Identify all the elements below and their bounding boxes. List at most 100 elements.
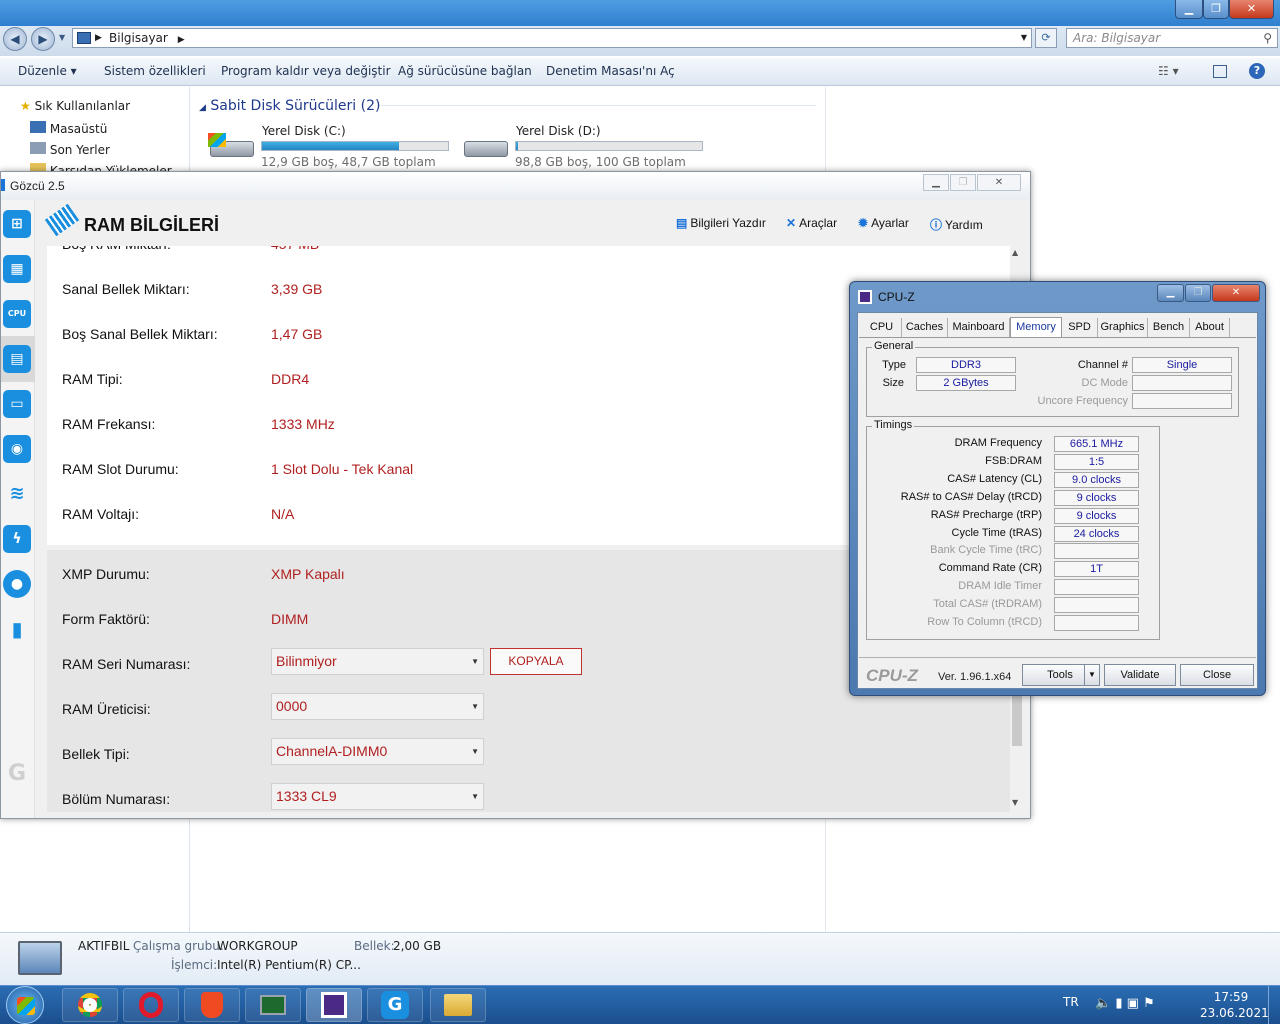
sidebar-windows-icon[interactable]: ⊞ <box>3 210 31 238</box>
gozcu-minimize-button[interactable]: ▁ <box>923 174 949 191</box>
ram-dropdown-label: RAM Seri Numarası: <box>62 656 191 672</box>
channel-value: Single <box>1132 357 1232 373</box>
ram-info-label: RAM Tipi: <box>62 371 123 387</box>
ram-dropdown-select[interactable]: Bilinmiyor ▼ <box>271 648 484 675</box>
preview-pane-icon[interactable] <box>1213 65 1227 78</box>
tools-button[interactable]: ✕ Araçlar <box>786 216 837 230</box>
ram-info-value: 1 Slot Dolu - Tek Kanal <box>271 461 414 477</box>
sidebar-ram-icon[interactable]: ▤ <box>3 345 31 373</box>
breadcrumb[interactable]: Bilgisayar <box>109 31 168 45</box>
view-options-icon[interactable]: ☷ ▾ <box>1158 64 1179 78</box>
tools-icon: ✕ <box>786 216 797 230</box>
maximize-button[interactable]: ❐ <box>1203 0 1229 19</box>
tab-bench[interactable]: Bench <box>1148 318 1190 337</box>
recent-places-icon <box>30 142 46 154</box>
history-dropdown-icon[interactable]: ▼ <box>59 33 65 42</box>
close-button[interactable]: Close <box>1180 664 1254 686</box>
cmd-map-network-drive[interactable]: Ağ sürücüsüne bağlan <box>398 64 532 78</box>
help-icon[interactable]: ? <box>1249 63 1265 79</box>
scroll-up-icon[interactable]: ▲ <box>1012 248 1018 257</box>
refresh-button[interactable]: ⟳ <box>1035 28 1057 48</box>
drive-c-name[interactable]: Yerel Disk (C:) <box>262 124 346 138</box>
sidebar-motherboard-icon[interactable]: ▦ <box>3 255 31 283</box>
timing-label: RAS# Precharge (tRP) <box>930 508 1042 521</box>
minimize-button[interactable]: ▁ <box>1175 0 1203 19</box>
search-input[interactable]: Ara: Bilgisayar ⚲ <box>1066 28 1278 48</box>
tab-caches[interactable]: Caches <box>902 318 948 337</box>
close-button[interactable]: ✕ <box>1229 0 1274 19</box>
show-desktop-button[interactable] <box>1268 986 1280 1024</box>
ram-info-label: RAM Voltajı: <box>62 506 140 522</box>
ram-dropdown-select[interactable]: ChannelA-DIMM0 ▼ <box>271 738 484 765</box>
drives-section-title[interactable]: ◢ Sabit Disk Sürücüleri (2) <box>199 98 380 114</box>
taskbar-folder[interactable] <box>430 988 486 1022</box>
cpuz-close-button[interactable]: ✕ <box>1212 284 1260 302</box>
tab-cpu[interactable]: CPU <box>862 318 902 337</box>
settings-button[interactable]: ✹ Ayarlar <box>858 216 909 230</box>
taskbar-brave[interactable] <box>184 988 240 1022</box>
tab-graphics[interactable]: Graphics <box>1098 318 1148 337</box>
cpuz-minimize-button[interactable]: ▁ <box>1157 284 1184 302</box>
nav-desktop[interactable]: Masaüstü <box>30 121 107 136</box>
tab-memory[interactable]: Memory <box>1010 317 1062 338</box>
drive-c-icon[interactable] <box>208 127 258 167</box>
address-input[interactable]: ▶ Bilgisayar ▶ ▼ <box>72 28 1032 48</box>
type-label: Type <box>882 359 906 371</box>
sidebar-gpu-icon[interactable]: ▭ <box>3 390 31 418</box>
uncore-frequency-label: Uncore Frequency <box>1037 395 1129 407</box>
chevron-down-icon: ▼ <box>471 702 479 711</box>
computer-large-icon <box>18 941 62 975</box>
help-button[interactable]: ⓘ Yardım <box>930 216 983 233</box>
cmd-organize[interactable]: Düzenle ▾ <box>18 64 77 78</box>
scroll-down-icon[interactable]: ▼ <box>1012 798 1018 807</box>
cmd-uninstall-program[interactable]: Program kaldır veya değiştir <box>221 64 391 78</box>
tab-about[interactable]: About <box>1190 318 1230 337</box>
tab-divider <box>859 337 1256 338</box>
taskbar-explorer-computer[interactable] <box>245 988 301 1022</box>
clock[interactable]: 17:59 23.06.2021 <box>1200 989 1269 1021</box>
taskbar-opera[interactable] <box>123 988 179 1022</box>
copy-button[interactable]: KOPYALA <box>490 648 582 675</box>
system-monitor-icon <box>260 995 286 1015</box>
cpuz-icon <box>321 992 347 1018</box>
drive-c-usage-fill <box>262 142 399 150</box>
cpuz-brand: CPU-Z <box>866 666 918 685</box>
sidebar-optical-icon[interactable]: ● <box>3 570 31 598</box>
sidebar-battery-icon[interactable]: ϟ <box>3 525 31 553</box>
taskbar-gozcu[interactable]: G <box>367 988 423 1022</box>
print-button[interactable]: ▤ Bilgileri Yazdır <box>676 216 766 230</box>
tray-icons[interactable]: 🔈 ▮ ▣ ⚑ <box>1095 996 1155 1011</box>
opera-icon <box>139 992 163 1018</box>
drive-d-usage-fill <box>516 142 519 150</box>
gear-icon: ✹ <box>858 216 869 230</box>
taskbar-chrome[interactable] <box>62 988 118 1022</box>
taskbar-cpuz[interactable] <box>306 988 362 1022</box>
tools-dropdown-icon[interactable]: ▼ <box>1084 664 1100 686</box>
explorer-command-bar: Düzenle ▾ Sistem özellikleri Program kal… <box>0 58 1280 86</box>
cmd-system-properties[interactable]: Sistem özellikleri <box>104 64 206 78</box>
channel-label: Channel # <box>1077 359 1128 371</box>
cpuz-app-icon <box>858 290 872 304</box>
tab-spd[interactable]: SPD <box>1062 318 1098 337</box>
cmd-open-control-panel[interactable]: Denetim Masası'nı Aç <box>546 64 675 78</box>
nav-favorites[interactable]: ★ Sık Kullanılanlar <box>20 99 130 113</box>
tab-mainboard[interactable]: Mainboard <box>948 318 1010 337</box>
gozcu-close-button[interactable]: ✕ <box>977 174 1021 191</box>
start-button[interactable] <box>6 986 44 1024</box>
drive-d-name[interactable]: Yerel Disk (D:) <box>516 124 601 138</box>
drive-d-icon[interactable] <box>462 127 512 167</box>
language-indicator[interactable]: TR <box>1063 995 1079 1009</box>
nav-recent[interactable]: Son Yerler <box>30 142 110 157</box>
breadcrumb-chevron-icon[interactable]: ▶ <box>178 35 185 45</box>
validate-button[interactable]: Validate <box>1104 664 1176 686</box>
sidebar-wifi-icon[interactable]: ≋ <box>3 480 31 508</box>
ram-dropdown-select[interactable]: 0000 ▼ <box>271 693 484 720</box>
back-icon[interactable]: ◀ <box>3 27 27 51</box>
sidebar-bookmark-icon[interactable]: ▮ <box>3 615 31 643</box>
forward-icon[interactable]: ▶ <box>31 27 55 51</box>
sidebar-disk-icon[interactable]: ◉ <box>3 435 31 463</box>
ram-dropdown-select[interactable]: 1333 CL9 ▼ <box>271 783 484 810</box>
timing-label: Command Rate (CR) <box>938 562 1042 575</box>
address-dropdown-icon[interactable]: ▼ <box>1021 29 1027 47</box>
sidebar-cpu-icon[interactable]: CPU <box>3 300 31 328</box>
